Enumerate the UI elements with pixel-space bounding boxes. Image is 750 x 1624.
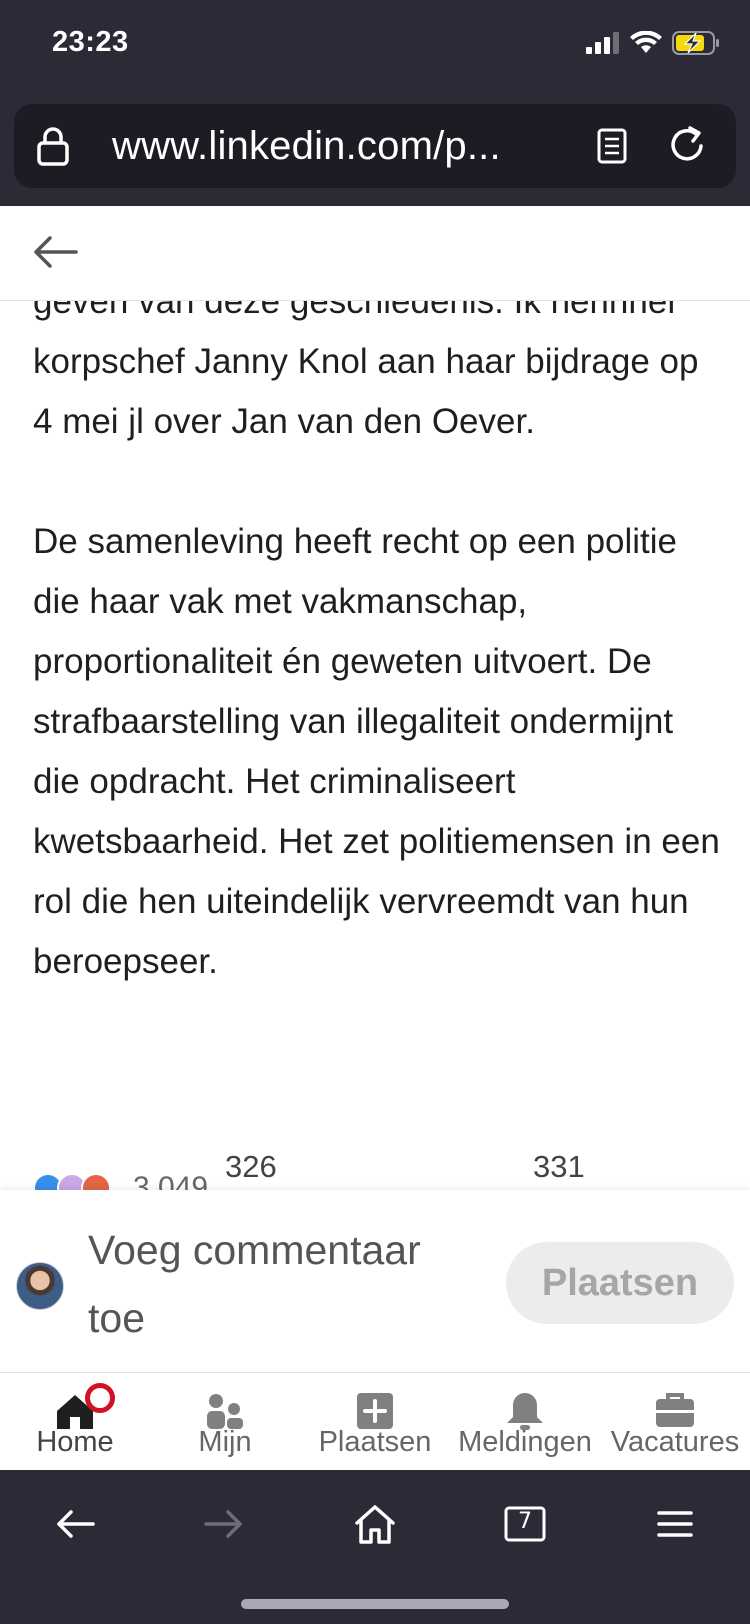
tab-jobs[interactable]: Vacatures [600,1373,750,1470]
tabs-button[interactable]: 7 [495,1494,555,1554]
wifi-icon [630,30,662,60]
comment-composer: Voeg commentaar toe Plaatsen [0,1190,750,1373]
status-time: 23:23 [52,26,129,58]
reposts-count[interactable]: 331 [533,1149,585,1185]
post-paragraph: De samenleving heeft recht op een politi… [33,522,720,981]
comments-count[interactable]: 326 [225,1149,277,1185]
tab-label: Meldingen [458,1426,592,1458]
reload-icon[interactable] [668,124,708,171]
tab-label: Home [36,1426,114,1458]
comment-input[interactable]: Voeg commentaar toe [88,1216,478,1352]
browser-top-chrome: 23:23 www.linkedin.com/p... [0,0,750,206]
back-arrow-icon[interactable] [45,1494,105,1554]
lock-icon [36,126,70,171]
post-content: geven van deze geschiedenis. Ik herinner… [0,301,750,1190]
post-top-nav [0,206,750,301]
social-counts: 3,049 326 331 [33,1149,723,1190]
home-indicator [241,1599,509,1609]
reaction-count[interactable]: 3,049 [133,1171,208,1190]
post-paragraph: geven van deze geschiedenis. Ik herinner… [33,301,699,441]
reader-view-icon[interactable] [597,128,627,169]
tab-notifications[interactable]: Meldingen [450,1373,600,1470]
post-comment-button[interactable]: Plaatsen [506,1242,734,1324]
reaction-icons[interactable] [33,1173,111,1190]
tab-network[interactable]: Mijn [150,1373,300,1470]
status-icons [586,30,720,60]
battery-charging-icon [672,30,720,60]
url-text[interactable]: www.linkedin.com/p... [112,124,501,169]
home-icon[interactable] [345,1494,405,1554]
tab-home[interactable]: Home [0,1373,150,1470]
back-arrow-icon[interactable] [32,234,78,275]
tab-label: Plaatsen [318,1426,432,1458]
love-icon [81,1173,111,1190]
tab-label: Vacatures [610,1426,740,1458]
forward-arrow-icon[interactable] [194,1494,254,1554]
hamburger-menu-icon[interactable] [645,1494,705,1554]
avatar [16,1262,64,1310]
tab-label: Mijn [198,1426,252,1458]
tabs-count: 7 [518,1509,532,1534]
url-bar[interactable]: www.linkedin.com/p... [14,104,736,188]
cellular-signal-icon [586,31,620,59]
post-text: geven van deze geschiedenis. Ik herinner… [33,301,723,992]
tab-post[interactable]: Plaatsen [300,1373,450,1470]
notification-badge [85,1383,115,1413]
bottom-tab-bar: Home Mijn Plaatsen Meldingen Vacatures [0,1373,750,1470]
